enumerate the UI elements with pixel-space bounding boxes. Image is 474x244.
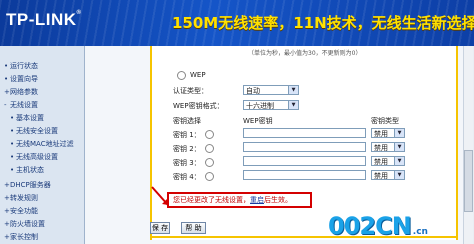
auth-type-label: 认证类型： (173, 87, 208, 95)
key-3-label: 密钥 3： (173, 159, 201, 167)
sidebar-item-status[interactable]: • 运行状态 (4, 61, 38, 71)
key-2-radio[interactable] (205, 144, 214, 153)
key-type-header: 密钥类型 (371, 117, 399, 125)
sidebar-item-wireless-advanced[interactable]: • 无线高级设置 (10, 152, 58, 162)
key-3-type-value: 禁用 (374, 158, 388, 166)
reboot-alert: 您已经更改了无线设置，重启后生效。 (167, 192, 312, 208)
key-3-input[interactable] (243, 156, 366, 166)
key-4-type-value: 禁用 (374, 172, 388, 180)
key-2-label: 密钥 2： (173, 145, 201, 153)
chevron-down-icon: ▼ (288, 101, 298, 109)
sidebar-item-label: 无线MAC地址过滤 (16, 140, 74, 148)
update-interval-note: （单位为秒，最小值为30，不更新则为0） (248, 50, 362, 57)
chevron-down-icon: ▼ (288, 86, 298, 94)
help-button[interactable]: 帮 助 (181, 222, 206, 234)
key-1-label: 密钥 1： (173, 131, 201, 139)
save-button[interactable]: 保 存 (150, 222, 170, 234)
scrollbar-track[interactable] (463, 46, 473, 244)
logo-trademark: ® (76, 10, 82, 16)
sidebar-item-label: 转发规则 (10, 194, 38, 202)
key-4-label: 密钥 4： (173, 173, 201, 181)
chevron-down-icon: ▼ (394, 171, 404, 179)
sidebar-item-label: 基本设置 (16, 114, 44, 122)
reboot-link[interactable]: 重启 (250, 196, 264, 204)
auth-type-select[interactable]: 自动 ▼ (243, 85, 299, 95)
chevron-down-icon: ▼ (394, 157, 404, 165)
chevron-down-icon: ▼ (394, 129, 404, 137)
alert-suffix: 后生效。 (264, 196, 292, 204)
sidebar-item-label: 防火墙设置 (10, 220, 45, 228)
sidebar-item-label: DHCP服务器 (10, 181, 51, 189)
chevron-down-icon: ▼ (394, 143, 404, 151)
sidebar-item-dhcp[interactable]: +DHCP服务器 (4, 180, 51, 190)
sidebar-item-label: 主机状态 (16, 166, 44, 174)
key-1-type-value: 禁用 (374, 130, 388, 138)
auth-type-value: 自动 (246, 87, 260, 95)
sidebar-item-label: 无线设置 (10, 101, 38, 109)
key-1-input[interactable] (243, 128, 366, 138)
key-2-type-value: 禁用 (374, 144, 388, 152)
sidebar-item-label: 安全功能 (10, 207, 38, 215)
sidebar-item-label: 无线高级设置 (16, 153, 58, 161)
key-4-input[interactable] (243, 170, 366, 180)
sidebar-item-firewall[interactable]: +防火墙设置 (4, 219, 45, 229)
site-watermark: 002CN .cn (328, 212, 428, 240)
sidebar-item-forwarding[interactable]: +转发规则 (4, 193, 38, 203)
wep-format-label: WEP密钥格式： (173, 102, 224, 110)
sidebar-item-wireless[interactable]: - 无线设置 (4, 100, 38, 110)
wep-format-select[interactable]: 十六进制 ▼ (243, 100, 299, 110)
sidebar-item-basic-settings[interactable]: • 基本设置 (10, 113, 44, 123)
sidebar-item-mac-filter[interactable]: • 无线MAC地址过滤 (10, 139, 74, 149)
sidebar-item-setup-wizard[interactable]: • 设置向导 (4, 74, 38, 84)
key-1-type-select[interactable]: 禁用 ▼ (371, 128, 405, 138)
sidebar-item-label: 网络参数 (10, 88, 38, 96)
watermark-main: 002CN (328, 212, 412, 240)
sidebar-item-label: 运行状态 (10, 62, 38, 70)
key-2-input[interactable] (243, 142, 366, 152)
key-2-type-select[interactable]: 禁用 ▼ (371, 142, 405, 152)
sidebar-item-host-status[interactable]: • 主机状态 (10, 165, 44, 175)
sidebar-item-label: 家长控制 (10, 233, 38, 241)
sidebar-item-security[interactable]: +安全功能 (4, 206, 38, 216)
watermark-sub: .cn (412, 227, 428, 237)
sidebar-menu: • 运行状态 • 设置向导 +网络参数 - 无线设置 • 基本设置 • 无线安全设置 • 无… (0, 46, 85, 244)
banner-slogan: 150M无线速率，11N技术，无线生活新选择 (172, 14, 474, 32)
wep-label: WEP (190, 71, 206, 79)
wep-format-value: 十六进制 (246, 102, 274, 110)
wep-radio[interactable] (177, 71, 186, 80)
key-3-type-select[interactable]: 禁用 ▼ (371, 156, 405, 166)
sidebar-item-label: 无线安全设置 (16, 127, 58, 135)
sidebar-item-wireless-security[interactable]: • 无线安全设置 (10, 126, 58, 136)
sidebar-item-parental-control[interactable]: +家长控制 (4, 232, 38, 242)
key-3-radio[interactable] (205, 158, 214, 167)
key-4-type-select[interactable]: 禁用 ▼ (371, 170, 405, 180)
sidebar-item-label: 设置向导 (10, 75, 38, 83)
wep-key-header: WEP密钥 (243, 117, 273, 125)
sidebar-item-network[interactable]: +网络参数 (4, 87, 38, 97)
logo-text: TP-LINK (6, 10, 77, 29)
key-select-header: 密钥选择 (173, 117, 201, 125)
key-4-radio[interactable] (205, 172, 214, 181)
key-1-radio[interactable] (205, 130, 214, 139)
tp-link-logo: TP-LINK® (6, 10, 98, 32)
header-banner: TP-LINK® 150M无线速率，11N技术，无线生活新选择 (0, 0, 474, 46)
alert-text: 您已经更改了无线设置， (173, 196, 250, 204)
scrollbar-thumb[interactable] (464, 150, 473, 212)
